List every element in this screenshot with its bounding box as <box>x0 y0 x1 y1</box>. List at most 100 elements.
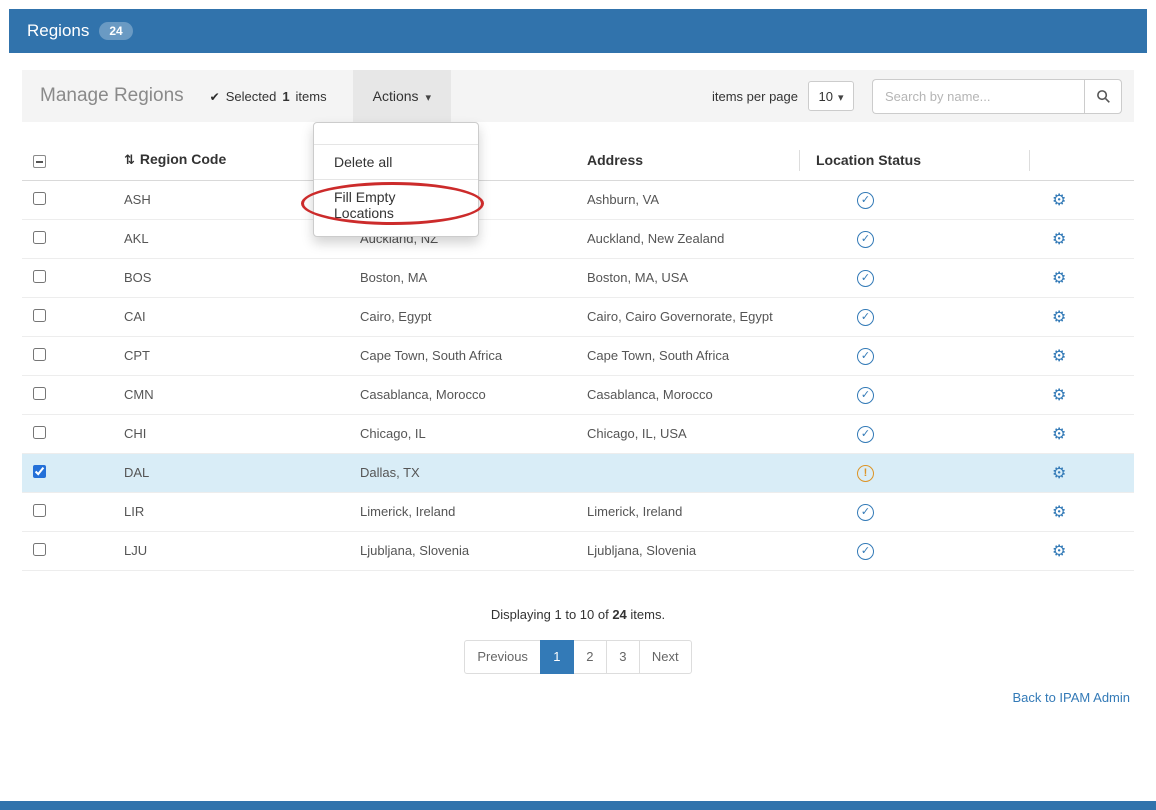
row-checkbox[interactable] <box>33 543 46 556</box>
items-per-page-select[interactable]: 10 <box>808 81 854 111</box>
location-cell: Cairo, Egypt <box>340 297 587 336</box>
select-all-checkbox[interactable] <box>33 155 46 168</box>
page-button-1[interactable]: 1 <box>540 640 574 674</box>
location-cell: Dallas, TX <box>340 453 587 492</box>
items-per-page-value: 10 <box>819 89 833 104</box>
row-checkbox[interactable] <box>33 504 46 517</box>
toolbar: Manage Regions Selected 1 items Actions … <box>22 70 1134 122</box>
row-checkbox[interactable] <box>33 426 46 439</box>
region-code-cell: CHI <box>104 414 340 453</box>
region-code-header-label: Region Code <box>140 151 226 167</box>
gear-icon[interactable] <box>1052 543 1066 560</box>
row-checkbox[interactable] <box>33 192 46 205</box>
row-checkbox[interactable] <box>33 270 46 283</box>
toolbar-right: items per page 10 <box>712 79 1134 114</box>
address-cell: Limerick, Ireland <box>587 492 800 531</box>
region-code-cell: DAL <box>104 453 340 492</box>
items-per-page-label: items per page <box>712 89 798 104</box>
column-header-location-status: Location Status <box>800 140 1030 180</box>
location-status-icon <box>857 387 874 404</box>
address-cell: Cairo, Cairo Governorate, Egypt <box>587 297 800 336</box>
selected-prefix: Selected <box>226 89 277 104</box>
table-row: CAI Cairo, Egypt Cairo, Cairo Governorat… <box>22 297 1134 336</box>
actions-dropdown-menu: Delete all Fill Empty Locations <box>313 122 479 237</box>
location-status-icon <box>857 192 874 209</box>
regions-table: Region Code Address Location Status ASH … <box>22 140 1134 571</box>
gear-icon[interactable] <box>1052 387 1066 404</box>
back-to-ipam-admin-link[interactable]: Back to IPAM Admin <box>1012 690 1130 705</box>
region-code-cell: LJU <box>104 531 340 570</box>
column-header-region-code[interactable]: Region Code <box>104 140 340 180</box>
chevron-down-icon <box>426 88 432 104</box>
gear-icon[interactable] <box>1052 309 1066 326</box>
selected-count: 1 <box>282 89 289 104</box>
table-row: CMN Casablanca, Morocco Casablanca, Moro… <box>22 375 1134 414</box>
footer-link-row: Back to IPAM Admin <box>22 690 1134 705</box>
address-cell: Ljubljana, Slovenia <box>587 531 800 570</box>
count-badge: 24 <box>99 22 132 40</box>
address-cell: Chicago, IL, USA <box>587 414 800 453</box>
search-input[interactable] <box>872 79 1084 114</box>
table-row: LIR Limerick, Ireland Limerick, Ireland <box>22 492 1134 531</box>
table-row: AKL Auckland, NZ Auckland, New Zealand <box>22 219 1134 258</box>
location-cell: Limerick, Ireland <box>340 492 587 531</box>
table-row: LJU Ljubljana, Slovenia Ljubljana, Slove… <box>22 531 1134 570</box>
table-row: CHI Chicago, IL Chicago, IL, USA <box>22 414 1134 453</box>
gear-icon[interactable] <box>1052 465 1066 482</box>
search-group <box>872 79 1122 114</box>
row-checkbox[interactable] <box>33 231 46 244</box>
address-cell: Ashburn, VA <box>587 180 800 219</box>
row-checkbox[interactable] <box>33 309 46 322</box>
page-footer-bar <box>0 801 1156 810</box>
page-button-2[interactable]: 2 <box>573 640 607 674</box>
address-cell <box>587 453 800 492</box>
selected-suffix: items <box>296 89 327 104</box>
gear-icon[interactable] <box>1052 504 1066 521</box>
main-content: Manage Regions Selected 1 items Actions … <box>9 53 1147 801</box>
selection-summary: Selected 1 items <box>210 89 327 104</box>
row-checkbox[interactable] <box>33 348 46 361</box>
column-header-address: Address <box>587 140 800 180</box>
address-cell: Auckland, New Zealand <box>587 219 800 258</box>
region-code-cell: CAI <box>104 297 340 336</box>
location-cell: Chicago, IL <box>340 414 587 453</box>
region-code-cell: LIR <box>104 492 340 531</box>
table-header-row: Region Code Address Location Status <box>22 140 1134 180</box>
address-cell: Boston, MA, USA <box>587 258 800 297</box>
gear-icon[interactable] <box>1052 348 1066 365</box>
region-code-cell: CMN <box>104 375 340 414</box>
location-status-icon <box>857 348 874 365</box>
region-code-cell: CPT <box>104 336 340 375</box>
actions-dropdown-button[interactable]: Actions <box>353 70 451 122</box>
gear-icon[interactable] <box>1052 426 1066 443</box>
region-code-cell: AKL <box>104 219 340 258</box>
gear-icon[interactable] <box>1052 270 1066 287</box>
next-page-button[interactable]: Next <box>639 640 692 674</box>
previous-page-button[interactable]: Previous <box>464 640 541 674</box>
address-cell: Cape Town, South Africa <box>587 336 800 375</box>
row-checkbox[interactable] <box>33 387 46 400</box>
menu-item-fill-empty-locations[interactable]: Fill Empty Locations <box>314 180 478 230</box>
page-button-3[interactable]: 3 <box>606 640 640 674</box>
column-header-actions <box>1030 140 1134 180</box>
location-status-icon <box>857 465 874 482</box>
summary-total: 24 <box>612 607 626 622</box>
gear-icon[interactable] <box>1052 231 1066 248</box>
location-status-icon <box>857 231 874 248</box>
location-status-icon <box>857 543 874 560</box>
table-row: CPT Cape Town, South Africa Cape Town, S… <box>22 336 1134 375</box>
search-button[interactable] <box>1084 79 1122 114</box>
row-checkbox[interactable] <box>33 465 46 478</box>
dropdown-spacer <box>314 127 478 144</box>
location-cell: Casablanca, Morocco <box>340 375 587 414</box>
table-row: ASH Ashburn, VA Ashburn, VA <box>22 180 1134 219</box>
address-cell: Casablanca, Morocco <box>587 375 800 414</box>
gear-icon[interactable] <box>1052 192 1066 209</box>
search-icon <box>1096 89 1111 104</box>
location-status-icon <box>857 270 874 287</box>
display-summary: Displaying 1 to 10 of 24 items. <box>22 607 1134 622</box>
region-code-cell: BOS <box>104 258 340 297</box>
table-row: BOS Boston, MA Boston, MA, USA <box>22 258 1134 297</box>
page-title: Regions <box>27 21 89 41</box>
menu-item-delete-all[interactable]: Delete all <box>314 145 478 179</box>
